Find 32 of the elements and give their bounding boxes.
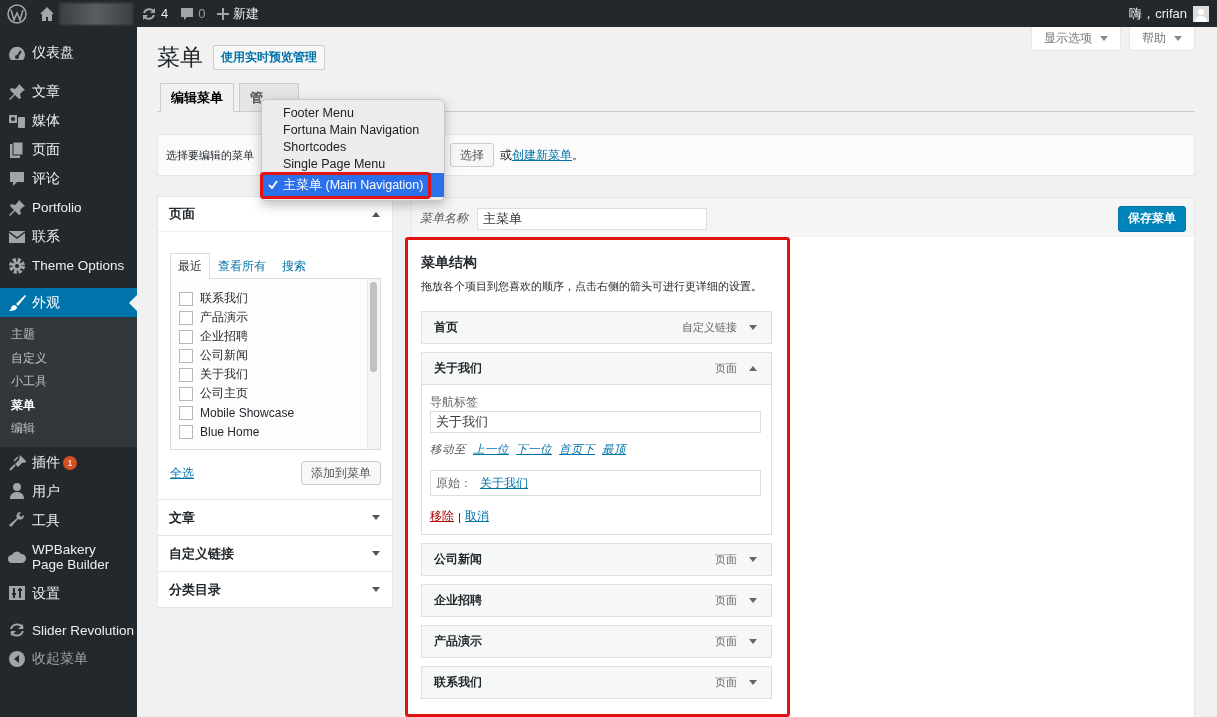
page-name: 产品演示 xyxy=(200,309,248,326)
page-title: 菜单 xyxy=(157,43,203,72)
menu-item-title: 关于我们 xyxy=(434,360,483,377)
menu-item-type: 页面 xyxy=(715,552,737,567)
field-label: 导航标签 xyxy=(430,395,479,410)
page-name: 企业招聘 xyxy=(200,328,248,345)
section-title: 菜单结构 xyxy=(421,253,478,272)
page-name: 联系我们 xyxy=(200,290,248,307)
page-name: Blue Home xyxy=(200,424,260,439)
menu-item-type: 自定义链接 xyxy=(682,320,737,335)
menu-item-title: 首页 xyxy=(434,319,459,336)
highlight-frame: 主菜单 (Main Navigation) xyxy=(260,171,432,199)
page-name: Mobile Showcase xyxy=(200,405,295,420)
select-label: 选择要编辑的菜单 xyxy=(166,147,254,163)
menu-item-title: 联系我们 xyxy=(434,674,483,691)
original-label: 原始： xyxy=(436,475,472,491)
separator: | xyxy=(458,510,461,523)
menu-item-type: 页面 xyxy=(715,634,737,649)
page-name: 公司主页 xyxy=(200,385,248,402)
move-label: 移动至 xyxy=(430,442,466,457)
page-name: 公司新闻 xyxy=(200,347,248,364)
create-menu-text: 或创建新菜单。 xyxy=(500,146,584,164)
menu-item-type: 页面 xyxy=(715,593,737,608)
menu-item-type: 页面 xyxy=(715,675,737,690)
menu-name-label: 菜单名称 xyxy=(420,210,468,227)
menu-item-title: 公司新闻 xyxy=(434,551,483,568)
menu-item-title: 产品演示 xyxy=(434,633,483,650)
count-badge: 1 xyxy=(63,455,77,470)
instructions-text: 拖放各个项目到您喜欢的顺序，点击右侧的箭头可进行更详细的设置。 xyxy=(421,279,763,293)
menu-item-title: 企业招聘 xyxy=(434,592,483,609)
menu-item-type: 页面 xyxy=(715,361,737,376)
page-name: 关于我们 xyxy=(200,366,248,383)
